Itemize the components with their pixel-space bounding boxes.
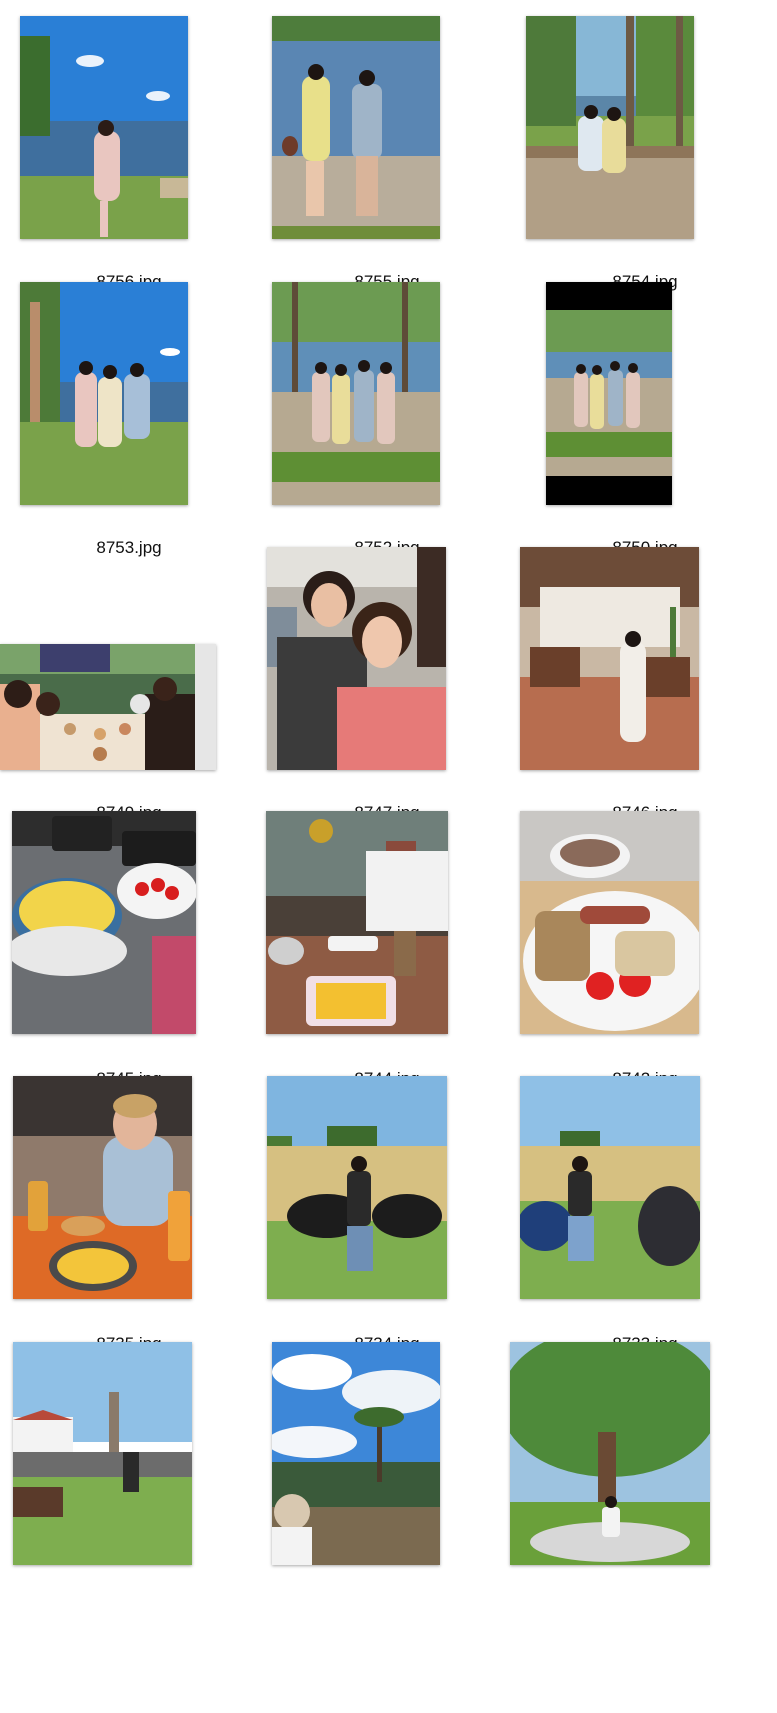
- image-thumbnail[interactable]: [20, 282, 188, 505]
- image-thumbnail[interactable]: [266, 811, 448, 1034]
- image-thumbnail[interactable]: [510, 1342, 710, 1565]
- image-thumbnail[interactable]: [13, 1076, 192, 1299]
- image-thumbnail[interactable]: [272, 282, 440, 505]
- file-item[interactable]: 8746.jpg: [516, 545, 774, 835]
- image-thumbnail[interactable]: [272, 1342, 440, 1565]
- image-thumbnail[interactable]: [520, 1076, 700, 1299]
- file-item[interactable]: 8735.jpg: [0, 1076, 258, 1366]
- file-item[interactable]: 8745.jpg: [0, 811, 258, 1101]
- image-thumbnail[interactable]: [546, 282, 672, 505]
- image-thumbnail[interactable]: [526, 16, 694, 239]
- image-thumbnail[interactable]: [267, 547, 446, 770]
- file-item[interactable]: 8756.jpg: [0, 14, 258, 304]
- file-item[interactable]: [0, 1342, 258, 1632]
- image-thumbnail[interactable]: [272, 16, 440, 239]
- image-thumbnail[interactable]: [20, 16, 188, 239]
- file-item[interactable]: 8754.jpg: [516, 14, 774, 304]
- image-thumbnail[interactable]: [520, 811, 699, 1034]
- file-item[interactable]: [258, 1342, 516, 1632]
- file-item[interactable]: 8753.jpg: [0, 280, 258, 570]
- file-item[interactable]: 8752.jpg: [258, 280, 516, 570]
- file-item[interactable]: [510, 1342, 774, 1632]
- file-item[interactable]: 8749.jpg: [0, 545, 258, 835]
- image-thumbnail[interactable]: [13, 1342, 192, 1565]
- file-item[interactable]: 8750.jpg: [516, 280, 774, 570]
- image-thumbnail[interactable]: [520, 547, 699, 770]
- file-item[interactable]: 8744.jpg: [258, 811, 516, 1101]
- image-thumbnail[interactable]: [267, 1076, 447, 1299]
- file-item[interactable]: 8734.jpg: [258, 1076, 516, 1366]
- file-item[interactable]: 8755.jpg: [258, 14, 516, 304]
- image-thumbnail[interactable]: [0, 644, 216, 770]
- image-thumbnail[interactable]: [12, 811, 196, 1034]
- file-item[interactable]: 8747.jpg: [258, 545, 516, 835]
- thumbnail-grid: .jpg .jpg .jpg 8756.jpg: [0, 0, 777, 1713]
- file-item[interactable]: 8733.jpg: [516, 1076, 774, 1366]
- file-item[interactable]: 8742.jpg: [516, 811, 774, 1101]
